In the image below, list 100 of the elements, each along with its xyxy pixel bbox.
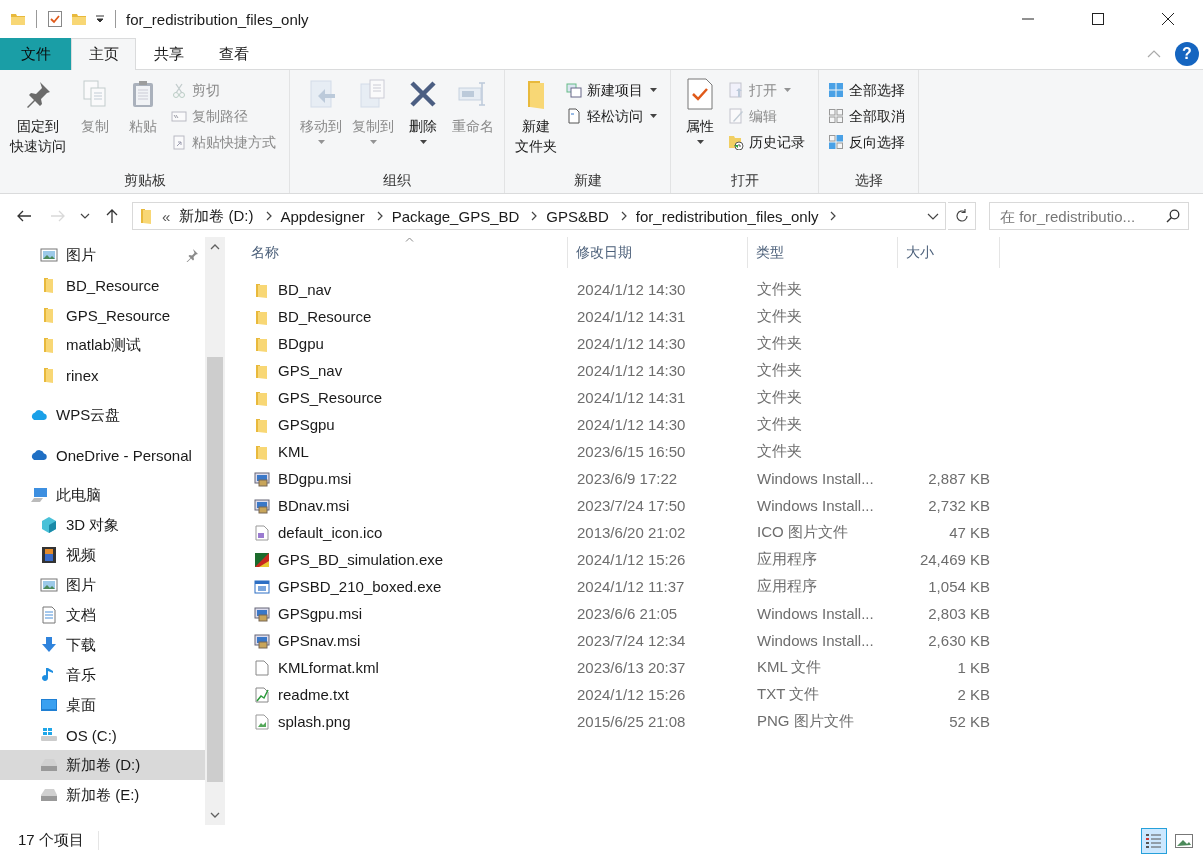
help-button[interactable]: ? — [1175, 41, 1199, 66]
caret-icon — [784, 88, 791, 92]
file-name[interactable]: readme.txt — [243, 681, 568, 708]
sidebar-item[interactable]: 此电脑 — [0, 480, 205, 510]
history-icon — [728, 134, 744, 150]
sidebar-item[interactable]: 下载 — [0, 630, 205, 660]
file-name[interactable]: BD_nav — [243, 276, 568, 303]
sidebar-item[interactable]: WPS云盘 — [0, 400, 205, 430]
file-name[interactable]: GPS_BD_simulation.exe — [243, 546, 568, 573]
sidebar-item[interactable]: matlab测试 — [0, 330, 205, 360]
file-size: 47 KB — [948, 523, 991, 543]
installer-icon — [254, 632, 270, 649]
ribbon-button[interactable]: 全部选择 — [825, 78, 908, 102]
sidebar-item[interactable]: 图片 — [0, 240, 205, 270]
ribbon-button[interactable]: 历史记录 — [725, 130, 808, 154]
modified-date: 2024/1/12 14:30 — [576, 280, 687, 300]
chevron-right-icon — [265, 211, 272, 221]
file-type: 文件夹 — [756, 333, 803, 353]
ribbon-tab[interactable]: 文件 — [0, 38, 71, 70]
ribbon-tab[interactable]: 主页 — [71, 38, 136, 70]
file-type: 应用程序 — [756, 549, 818, 569]
file-name[interactable]: GPSnav.msi — [243, 627, 568, 654]
caret-icon — [369, 140, 377, 144]
folder-icon — [254, 416, 270, 433]
file-name[interactable]: GPS_Resource — [243, 384, 568, 411]
file-name[interactable]: GPSgpu — [243, 411, 568, 438]
chevron-up-icon — [1147, 49, 1161, 58]
modified-date: 2023/6/13 20:37 — [576, 658, 687, 678]
sidebar-item[interactable]: 桌面 — [0, 690, 205, 720]
breadcrumb[interactable]: Appdesigner — [280, 207, 365, 225]
installer-icon — [254, 497, 270, 514]
breadcrumb[interactable]: 新加卷 (D:) — [179, 206, 254, 226]
file-name[interactable]: BDnav.msi — [243, 492, 568, 519]
file-icon — [254, 659, 270, 676]
file-name[interactable]: KMLformat.kml — [243, 654, 568, 681]
file-type: 文件夹 — [756, 279, 803, 299]
folder-icon — [71, 11, 87, 27]
column-header[interactable]: 大小 — [898, 237, 1000, 268]
sidebar-item[interactable]: 新加卷 (D:) — [0, 750, 205, 780]
file-name[interactable]: BD_Resource — [243, 303, 568, 330]
file-name[interactable]: splash.png — [243, 708, 568, 735]
ribbon-tab[interactable]: 共享 — [136, 38, 201, 70]
sidebar-item[interactable]: 文档 — [0, 600, 205, 630]
ribbon-button[interactable]: 新建项目 — [563, 78, 660, 102]
file-type: 文件夹 — [756, 441, 803, 461]
column-header[interactable]: 修改日期 — [568, 237, 748, 268]
file-name[interactable]: BDgpu.msi — [243, 465, 568, 492]
modified-date: 2015/6/25 21:08 — [576, 712, 687, 732]
file-type: Windows Install... — [756, 469, 875, 489]
ribbon-tab[interactable]: 查看 — [201, 38, 266, 70]
breadcrumb[interactable]: for_redistribution_files_only — [635, 207, 819, 225]
sidebar-item[interactable]: OneDrive - Personal — [0, 440, 205, 470]
drive-icon — [40, 726, 58, 744]
file-name[interactable]: GPS_nav — [243, 357, 568, 384]
ribbon-button[interactable]: 全部取消 — [825, 104, 908, 128]
refresh-button[interactable] — [948, 202, 976, 230]
caret-icon — [696, 140, 704, 144]
view-button[interactable] — [1141, 827, 1167, 854]
ribbon-button[interactable]: 轻松访问 — [563, 104, 660, 128]
sidebar-item[interactable]: rinex — [0, 360, 205, 390]
sidebar-item[interactable]: 图片 — [0, 570, 205, 600]
breadcrumb[interactable]: GPS&BD — [546, 207, 609, 225]
search-icon — [1166, 209, 1180, 223]
scrollbar-thumb[interactable] — [207, 357, 223, 782]
column-header[interactable]: 名称 — [243, 237, 568, 268]
sidebar-item[interactable]: 音乐 — [0, 660, 205, 690]
document-icon — [40, 606, 58, 624]
file-name[interactable]: GPSgpu.msi — [243, 600, 568, 627]
breadcrumb[interactable]: Package_GPS_BD — [391, 207, 520, 225]
sidebar-item[interactable]: 视频 — [0, 540, 205, 570]
sidebar-item[interactable]: OS (C:) — [0, 720, 205, 750]
group-label: 剪贴板 — [122, 171, 167, 190]
chevron-right-icon — [376, 211, 383, 221]
ribbon-button[interactable]: 固定到 快速访问 — [6, 74, 70, 169]
overflow-button[interactable]: « — [162, 207, 171, 225]
computer-icon — [30, 486, 48, 504]
file-name[interactable]: default_icon.ico — [243, 519, 568, 546]
ribbon-button[interactable]: 反向选择 — [825, 130, 908, 154]
sidebar-item[interactable]: 3D 对象 — [0, 510, 205, 540]
ribbon-button[interactable]: 属性 — [677, 74, 723, 169]
file-name[interactable]: GPSBD_210_boxed.exe — [243, 573, 568, 600]
ribbon-button[interactable]: 删除 — [400, 74, 446, 169]
grid-icon — [828, 108, 844, 124]
file-size: 2,732 KB — [927, 496, 991, 516]
ribbon-button[interactable]: 新建 文件夹 — [511, 74, 561, 169]
sidebar-item[interactable]: BD_Resource — [0, 270, 205, 300]
file-name[interactable]: KML — [243, 438, 568, 465]
modified-date: 2024/1/12 11:37 — [576, 577, 686, 597]
sidebar-item[interactable]: GPS_Resource — [0, 300, 205, 330]
search-field[interactable]: 在 for_redistributio... — [989, 202, 1189, 230]
path-icon — [171, 108, 187, 124]
application-icon — [254, 551, 270, 568]
address-bar[interactable]: « 新加卷 (D:) Appdesigner Package_GPS_BD GPS&BD for_redistribution_files_only — [132, 202, 946, 230]
column-header[interactable]: 类型 — [748, 237, 898, 268]
chevron-down-icon — [927, 212, 939, 220]
file-size: 1 KB — [956, 658, 991, 678]
file-size: 2 KB — [956, 685, 991, 705]
file-name[interactable]: BDgpu — [243, 330, 568, 357]
folder-icon — [139, 208, 153, 224]
sidebar-item[interactable]: 新加卷 (E:) — [0, 780, 205, 810]
